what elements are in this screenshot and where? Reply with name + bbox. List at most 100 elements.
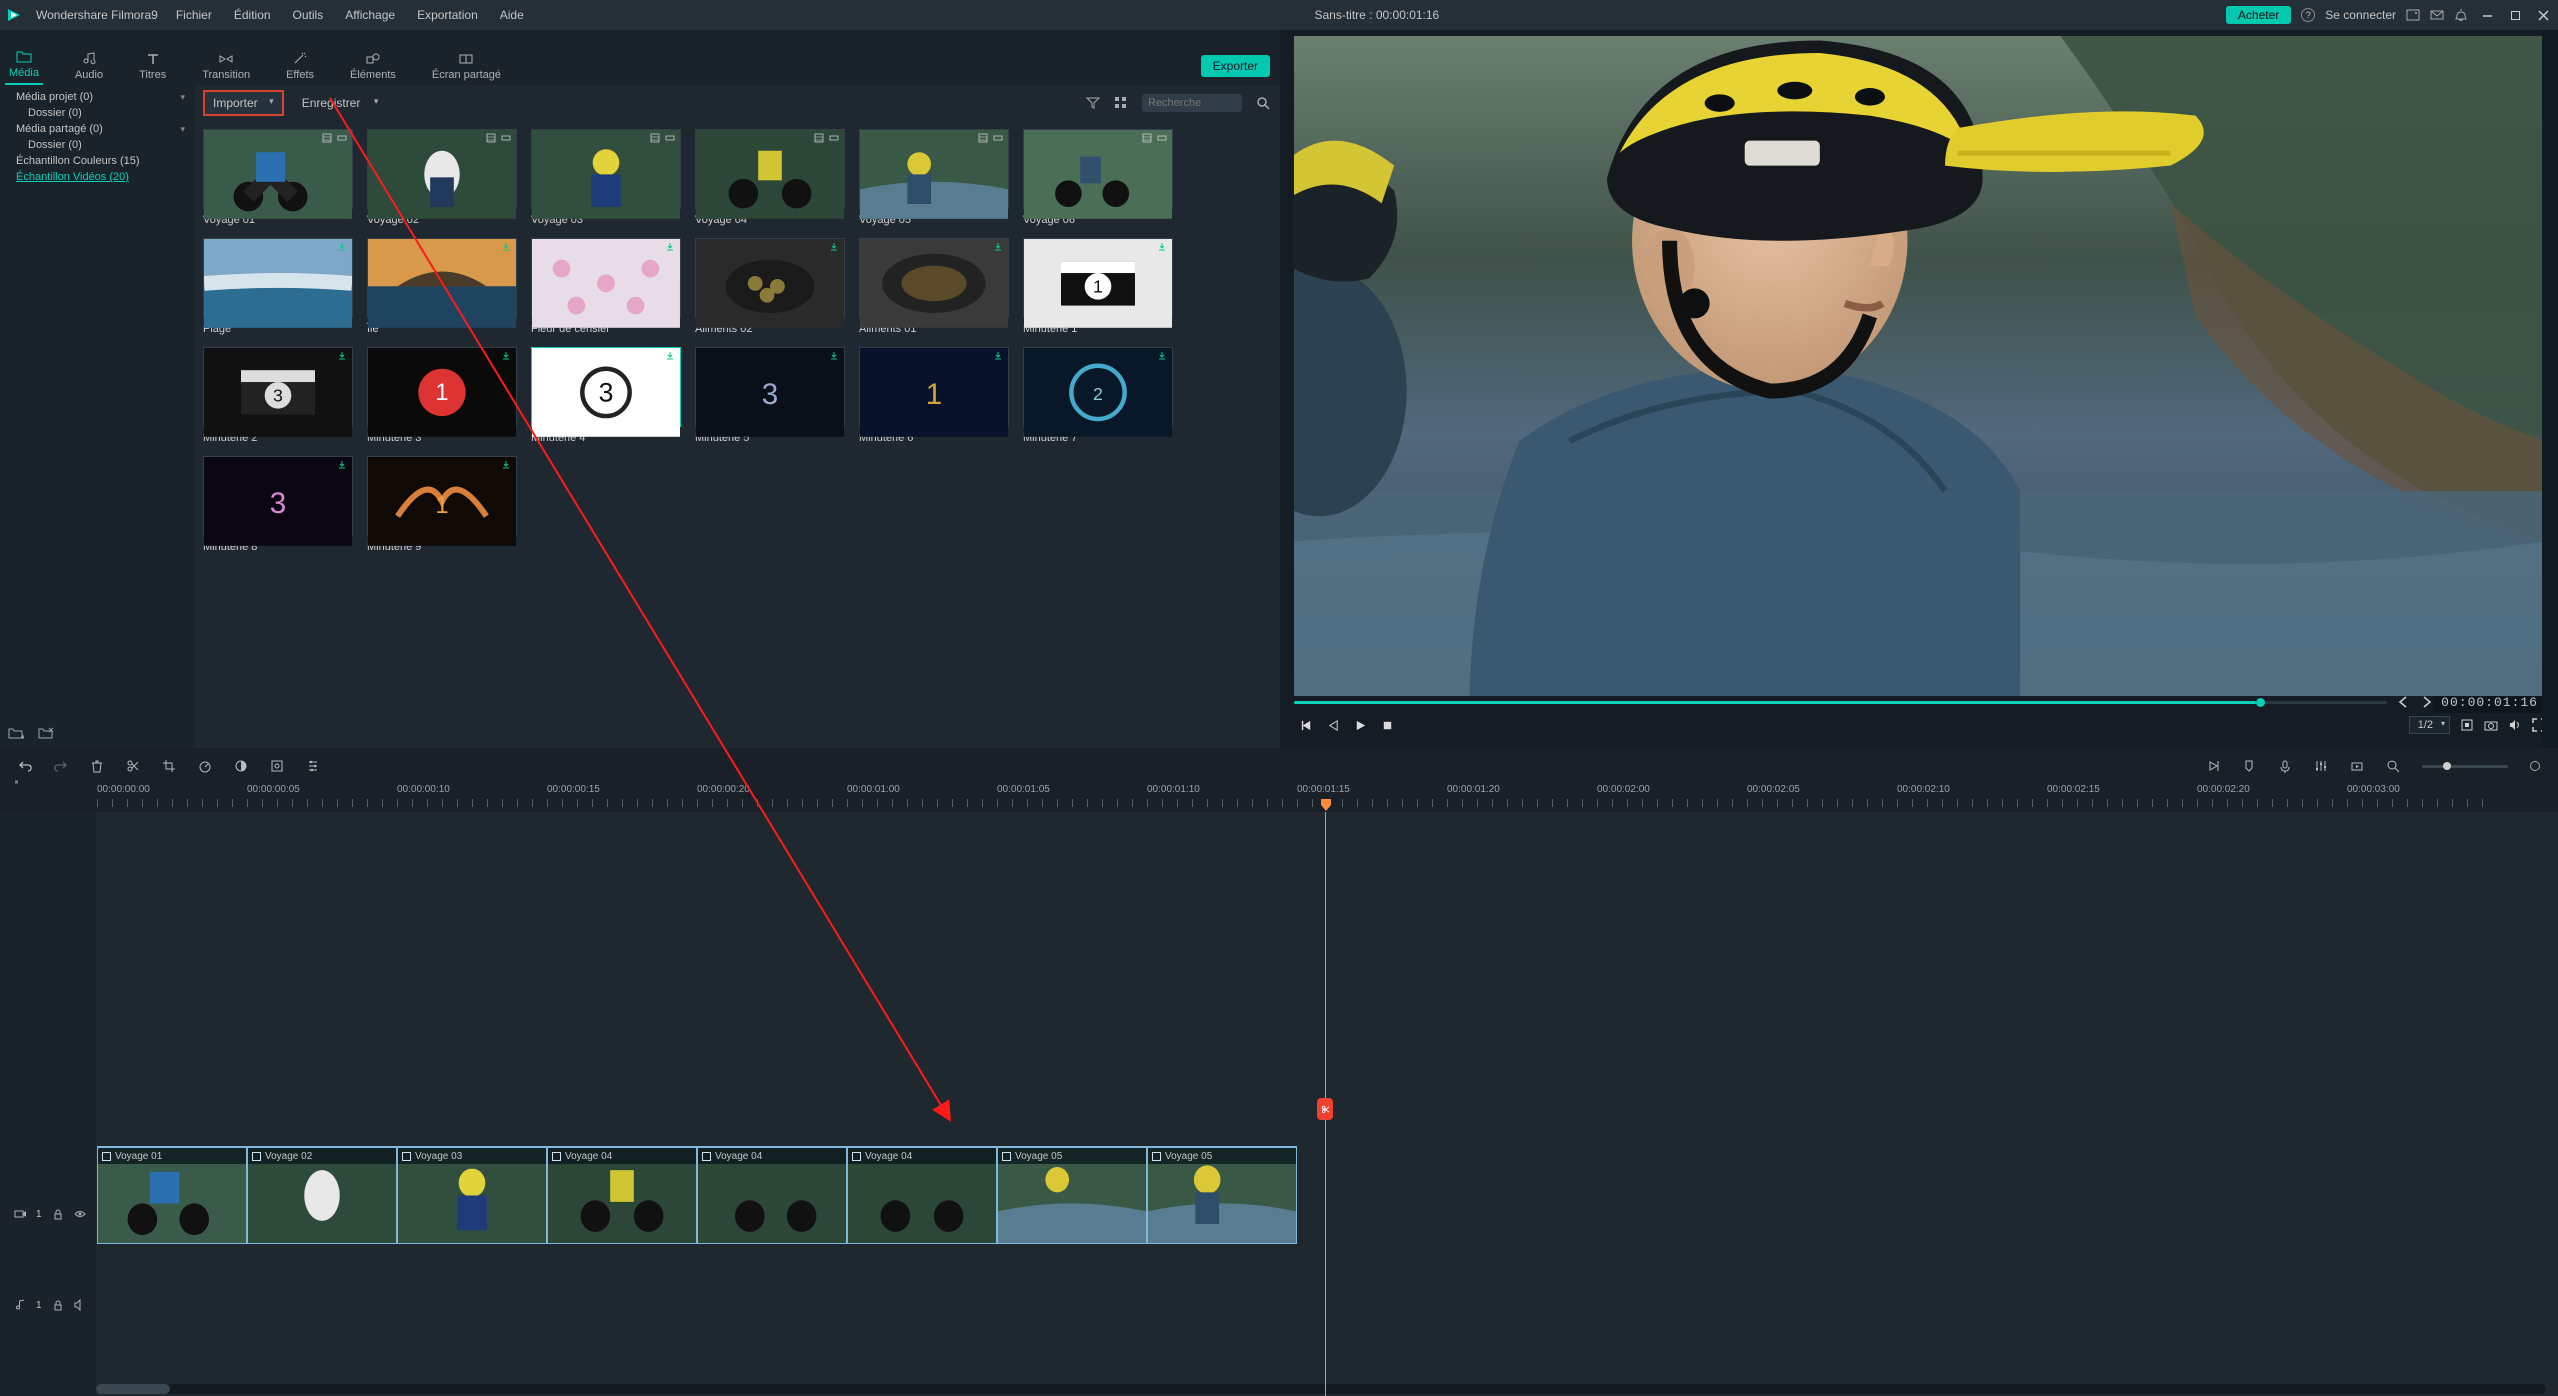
sidebar-item-colors[interactable]: Échantillon Couleurs (15): [0, 153, 195, 169]
download-icon[interactable]: [829, 242, 839, 252]
sidebar-item-videos[interactable]: Échantillon Vidéos (20): [0, 169, 195, 185]
media-thumb[interactable]: Voyage 01: [203, 129, 353, 226]
mute-icon[interactable]: [74, 1299, 86, 1311]
timeline-clip[interactable]: Voyage 03: [397, 1146, 547, 1244]
download-icon[interactable]: [501, 351, 511, 361]
grid-view-icon[interactable]: [1114, 96, 1128, 110]
maximize-button[interactable]: [2506, 6, 2524, 24]
media-thumb[interactable]: Fleur de cerisier: [531, 238, 681, 335]
media-thumb[interactable]: 3Minuterie 8: [203, 456, 353, 553]
download-icon[interactable]: [337, 351, 347, 361]
stop-icon[interactable]: [1381, 719, 1394, 732]
sidebar-item-folder1[interactable]: Dossier (0): [0, 105, 195, 121]
media-thumb[interactable]: 3Minuterie 4: [531, 347, 681, 444]
media-thumb[interactable]: 1Minuterie 6: [859, 347, 1009, 444]
scissors-button[interactable]: [1317, 1098, 1333, 1120]
media-thumb[interactable]: 3Minuterie 2: [203, 347, 353, 444]
preview-zoom-select[interactable]: 1/2: [2409, 716, 2450, 734]
download-icon[interactable]: [1157, 242, 1167, 252]
crop-icon[interactable]: [162, 759, 176, 773]
prev-clip-icon[interactable]: [2397, 695, 2411, 709]
timeline-clip[interactable]: Voyage 04: [847, 1146, 997, 1244]
media-thumb[interactable]: Aliments 02: [695, 238, 845, 335]
step-back-icon[interactable]: [1300, 719, 1313, 732]
volume-icon[interactable]: [2508, 718, 2522, 732]
download-icon[interactable]: [665, 351, 675, 361]
media-thumb[interactable]: Voyage 06: [1023, 129, 1173, 226]
download-icon[interactable]: [829, 351, 839, 361]
audio-track-header[interactable]: 1: [0, 1278, 86, 1332]
timeline-h-scrollbar[interactable]: [96, 1384, 2546, 1394]
download-icon[interactable]: [337, 242, 347, 252]
login-link[interactable]: Se connecter: [2325, 8, 2396, 22]
menu-view[interactable]: Affichage: [341, 6, 399, 24]
download-icon[interactable]: [993, 242, 1003, 252]
menu-file[interactable]: Fichier: [172, 6, 216, 24]
tab-elements[interactable]: Éléments: [346, 30, 400, 85]
undo-icon[interactable]: [18, 759, 32, 773]
menu-help[interactable]: Aide: [496, 6, 528, 24]
ruler-segment[interactable]: 00:00:02:00: [1597, 784, 1747, 807]
ruler-segment[interactable]: 00:00:01:05: [997, 784, 1147, 807]
help-icon[interactable]: ?: [2301, 8, 2315, 22]
ruler-segment[interactable]: 00:00:02:15: [2047, 784, 2197, 807]
search-input[interactable]: [1142, 94, 1242, 112]
download-icon[interactable]: [501, 242, 511, 252]
download-icon[interactable]: [993, 351, 1003, 361]
ruler-segment[interactable]: 00:00:02:20: [2197, 784, 2347, 807]
minimize-button[interactable]: [2478, 6, 2496, 24]
tab-media[interactable]: Média: [5, 30, 43, 85]
media-thumb[interactable]: 1Minuterie 9: [367, 456, 517, 553]
timeline-clip[interactable]: Voyage 02: [247, 1146, 397, 1244]
search-icon[interactable]: [1256, 96, 1270, 110]
ruler-segment[interactable]: 00:00:00:10: [397, 784, 547, 807]
import-button[interactable]: Importer: [203, 90, 284, 116]
export-button[interactable]: Exporter: [1201, 55, 1270, 77]
video-track-header[interactable]: 1: [0, 1187, 86, 1241]
snapshot-icon[interactable]: [2484, 718, 2498, 732]
mixer-icon[interactable]: [2314, 759, 2328, 773]
menu-edit[interactable]: Édition: [230, 6, 275, 24]
media-thumb[interactable]: Voyage 05: [859, 129, 1009, 226]
ruler-segment[interactable]: 00:00:01:10: [1147, 784, 1297, 807]
timeline-zoom-slider[interactable]: [2422, 765, 2508, 768]
ruler-segment[interactable]: 00:00:01:20: [1447, 784, 1597, 807]
media-thumb[interactable]: 2Minuterie 7: [1023, 347, 1173, 444]
zoom-to-fit-icon[interactable]: [2530, 761, 2540, 771]
media-thumb[interactable]: Voyage 04: [695, 129, 845, 226]
tab-effects[interactable]: Effets: [282, 30, 318, 85]
next-clip-icon[interactable]: [2419, 695, 2433, 709]
buy-button[interactable]: Acheter: [2226, 6, 2291, 24]
color-icon[interactable]: [234, 759, 248, 773]
playhead-handle-icon[interactable]: [1320, 798, 1332, 812]
media-thumb[interactable]: Voyage 03: [531, 129, 681, 226]
ruler-segment[interactable]: 00:00:03:00: [2347, 784, 2497, 807]
green-screen-icon[interactable]: [270, 759, 284, 773]
speed-icon[interactable]: [198, 759, 212, 773]
ruler-segment[interactable]: 00:00:00:15: [547, 784, 697, 807]
render-icon[interactable]: [2350, 759, 2364, 773]
media-thumb[interactable]: 1Minuterie 1: [1023, 238, 1173, 335]
timeline-clip[interactable]: Voyage 05: [997, 1146, 1147, 1244]
tab-titles[interactable]: Titres: [135, 30, 170, 85]
record-button[interactable]: Enregistrer: [294, 92, 387, 114]
media-thumb[interactable]: 1Minuterie 3: [367, 347, 517, 444]
quality-icon[interactable]: [2460, 718, 2474, 732]
media-thumb[interactable]: Aliments 01: [859, 238, 1009, 335]
zoom-fit-icon[interactable]: [2386, 759, 2400, 773]
delete-icon[interactable]: [90, 759, 104, 773]
ruler-segment[interactable]: 00:00:00:20: [697, 784, 847, 807]
media-thumb[interactable]: Île: [367, 238, 517, 335]
goto-playhead-icon[interactable]: [2206, 759, 2220, 773]
sidebar-item-folder2[interactable]: Dossier (0): [0, 137, 195, 153]
voiceover-icon[interactable]: [2278, 759, 2292, 773]
menu-export[interactable]: Exportation: [413, 6, 482, 24]
preview-scrubber[interactable]: 00:00:01:16: [1294, 696, 2546, 708]
notification-icon[interactable]: [2454, 8, 2468, 22]
ruler-segment[interactable]: 00:00:01:00: [847, 784, 997, 807]
media-thumb[interactable]: 3Minuterie 5: [695, 347, 845, 444]
tab-split-screen[interactable]: Écran partagé: [428, 30, 505, 85]
download-icon[interactable]: [501, 460, 511, 470]
new-folder-icon[interactable]: [8, 726, 24, 740]
timeline-clip[interactable]: Voyage 05: [1147, 1146, 1297, 1244]
